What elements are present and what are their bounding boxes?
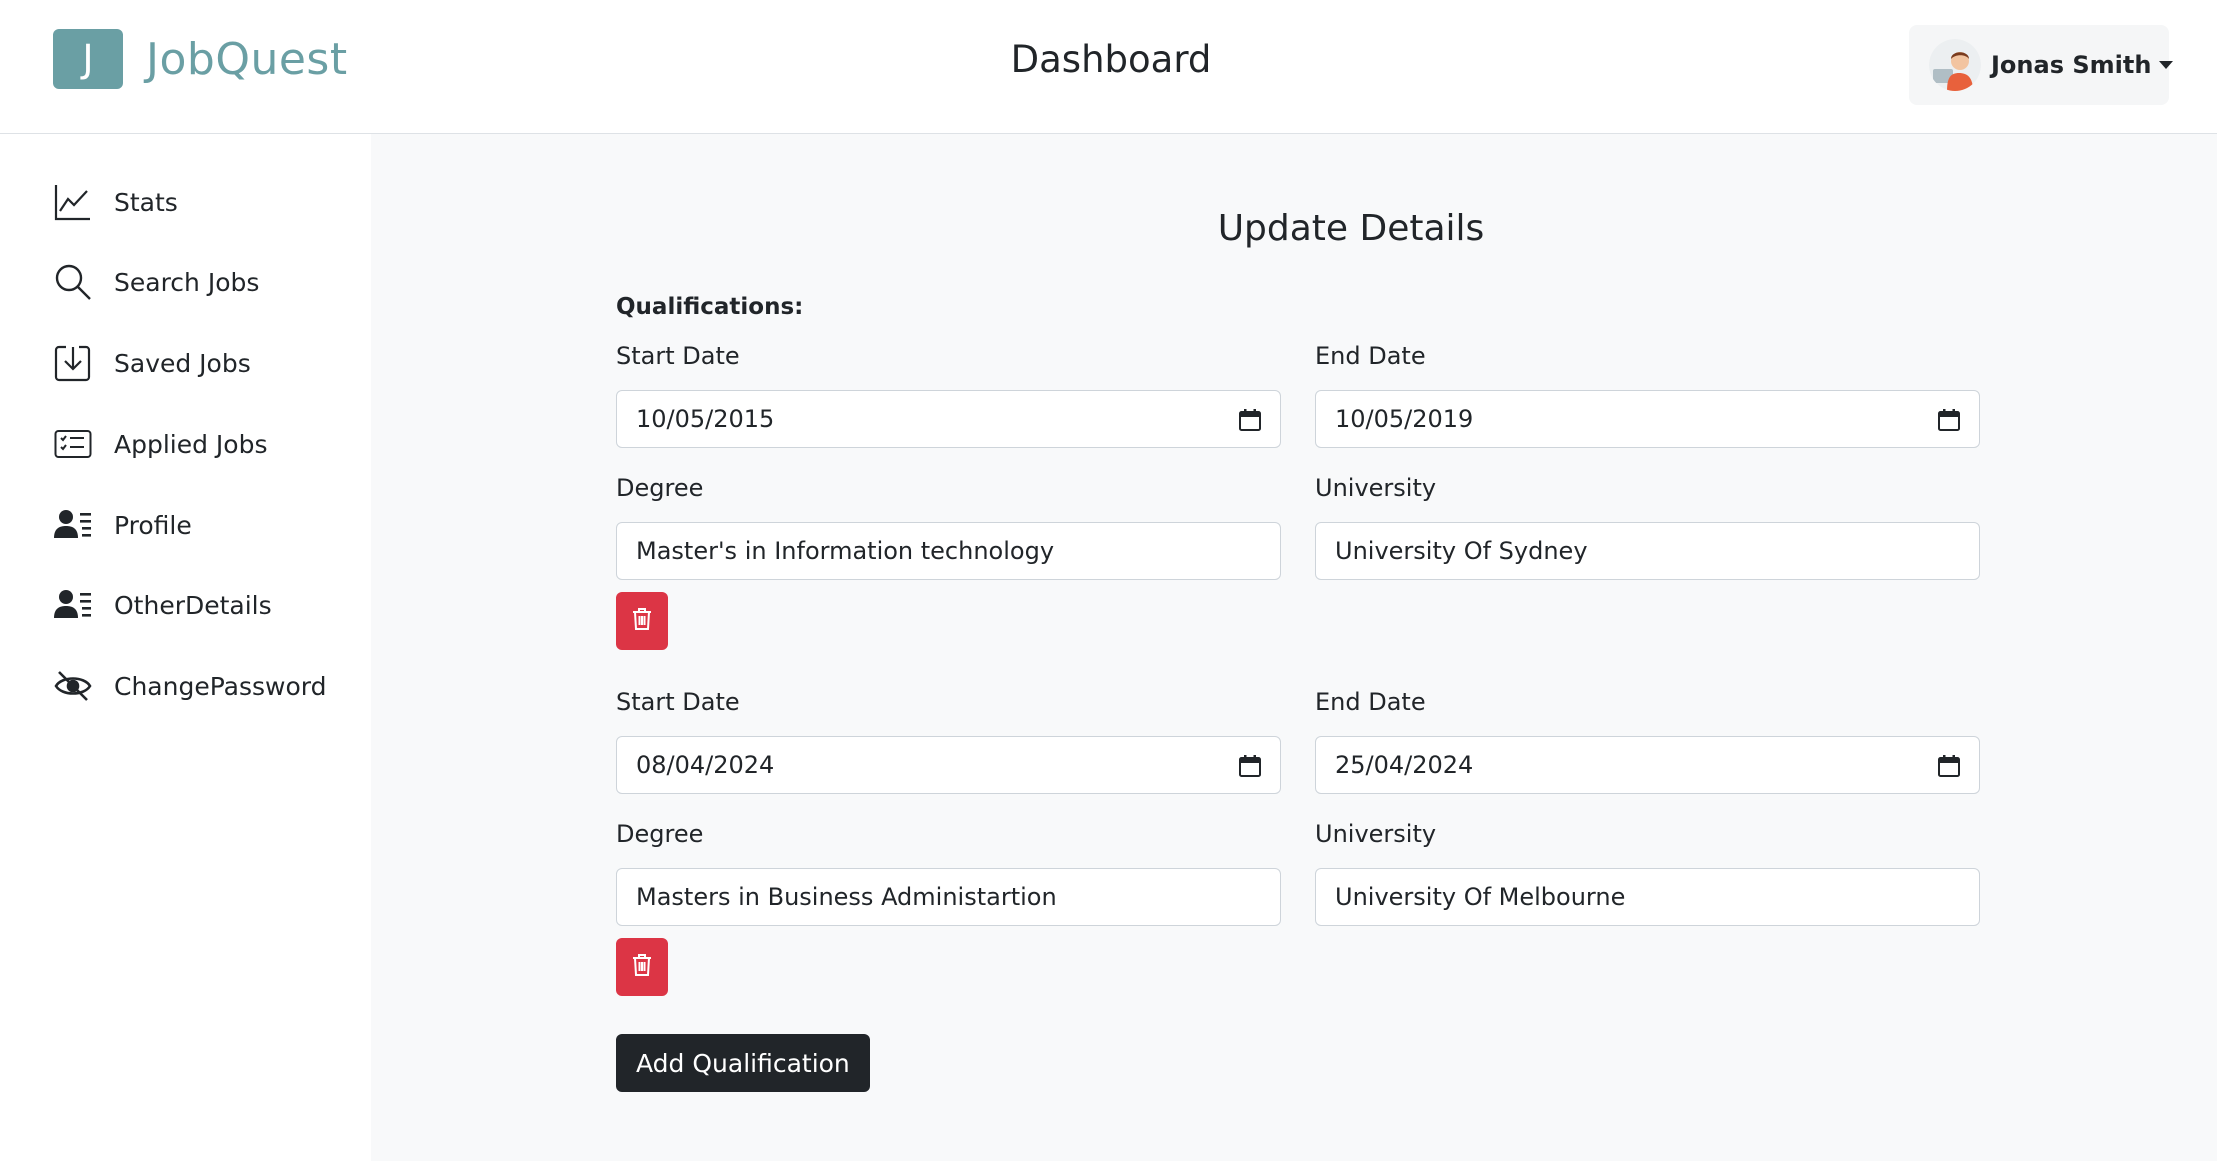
degree-label: Degree <box>616 820 704 848</box>
sidebar-item-applied-jobs[interactable]: Applied Jobs <box>53 419 353 469</box>
start-date-label: Start Date <box>616 342 740 370</box>
degree-value: Master's in Information technology <box>636 537 1055 565</box>
user-menu-button[interactable]: Jonas Smith <box>1909 25 2174 105</box>
person-lines-icon <box>53 505 93 545</box>
sidebar-item-label: Search Jobs <box>114 267 260 297</box>
sidebar-item-label: Profile <box>114 510 192 540</box>
end-date-label: End Date <box>1315 342 1426 370</box>
calendar-icon[interactable] <box>1937 754 1961 778</box>
degree-label: Degree <box>616 474 704 502</box>
sidebar-item-label: OtherDetails <box>114 590 272 620</box>
delete-qualification-button[interactable] <box>616 592 668 650</box>
sidebar-item-saved-jobs[interactable]: Saved Jobs <box>53 338 353 388</box>
qualifications-heading: Qualifications: <box>616 294 804 320</box>
avatar <box>1929 39 1981 91</box>
start-date-input[interactable]: 08/04/2024 <box>616 736 1281 794</box>
start-date-value: 10/05/2015 <box>636 405 775 433</box>
start-date-value: 08/04/2024 <box>636 751 775 779</box>
university-label: University <box>1315 820 1437 848</box>
calendar-icon[interactable] <box>1238 754 1262 778</box>
calendar-icon[interactable] <box>1937 408 1961 432</box>
end-date-input[interactable]: 25/04/2024 <box>1315 736 1980 794</box>
end-date-value: 10/05/2019 <box>1335 405 1474 433</box>
degree-input[interactable]: Masters in Business Administartion <box>616 868 1281 926</box>
university-input[interactable]: University Of Sydney <box>1315 522 1980 580</box>
checklist-card-icon <box>53 424 93 464</box>
sidebar-item-label: Applied Jobs <box>114 429 268 459</box>
university-value: University Of Melbourne <box>1335 883 1626 911</box>
chevron-down-icon <box>2159 61 2174 69</box>
start-date-input[interactable]: 10/05/2015 <box>616 390 1281 448</box>
user-name: Jonas Smith <box>1991 51 2152 79</box>
start-date-label: Start Date <box>616 688 740 716</box>
eye-slash-icon <box>53 666 93 706</box>
sidebar-item-label: Saved Jobs <box>114 348 251 378</box>
sidebar-item-profile[interactable]: Profile <box>53 500 353 550</box>
search-icon <box>53 262 93 302</box>
trash-icon <box>631 953 653 981</box>
sidebar: Stats Search Jobs Saved Jobs Applied Job… <box>0 134 371 1161</box>
end-date-input[interactable]: 10/05/2019 <box>1315 390 1980 448</box>
person-lines-icon <box>53 585 93 625</box>
download-box-icon <box>53 343 93 383</box>
university-value: University Of Sydney <box>1335 537 1588 565</box>
page-title: Dashboard <box>1010 38 1212 81</box>
calendar-icon[interactable] <box>1238 408 1262 432</box>
sidebar-item-label: ChangePassword <box>114 671 327 701</box>
university-label: University <box>1315 474 1437 502</box>
end-date-value: 25/04/2024 <box>1335 751 1474 779</box>
top-header: J JobQuest Dashboard Jonas Smith <box>0 0 2217 134</box>
sidebar-item-change-password[interactable]: ChangePassword <box>53 661 353 711</box>
sidebar-item-search-jobs[interactable]: Search Jobs <box>53 257 353 307</box>
sidebar-item-other-details[interactable]: OtherDetails <box>53 580 353 630</box>
trash-icon <box>631 607 653 635</box>
add-qualification-button[interactable]: Add Qualification <box>616 1034 870 1092</box>
university-input[interactable]: University Of Melbourne <box>1315 868 1980 926</box>
main-content: Update Details Qualifications: Start Dat… <box>371 134 2217 1161</box>
delete-qualification-button[interactable] <box>616 938 668 996</box>
degree-input[interactable]: Master's in Information technology <box>616 522 1281 580</box>
end-date-label: End Date <box>1315 688 1426 716</box>
section-title: Update Details <box>1217 208 1485 249</box>
degree-value: Masters in Business Administartion <box>636 883 1057 911</box>
